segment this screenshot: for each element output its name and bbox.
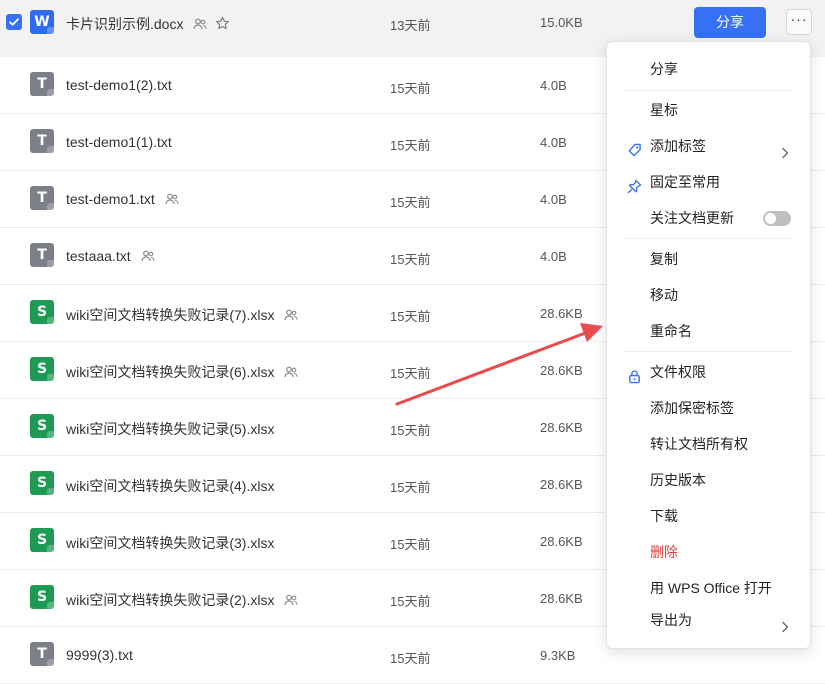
annotation-arrow [395, 323, 603, 406]
